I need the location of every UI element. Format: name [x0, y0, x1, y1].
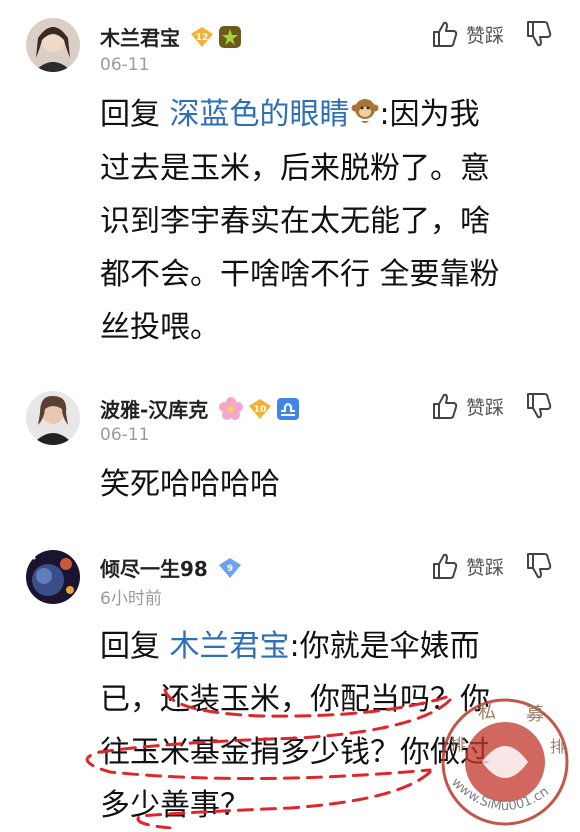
username[interactable]: 波雅-汉库克 10	[100, 394, 300, 423]
like-dislike-label[interactable]: 赞踩	[466, 393, 504, 420]
comment-body: 回复 深蓝色的眼睛 :因为我 过去是玉米，后来脱粉了。意 识到李宇春实在太无能了，…	[100, 88, 550, 354]
level-badge: 12	[190, 26, 214, 48]
comment-line: 都不会。干啥啥不行 全要靠粉	[100, 257, 500, 292]
like-dislike-label[interactable]: 赞踩	[466, 21, 504, 48]
comment-line: 回复 木兰君宝:你就是伞婊而	[100, 620, 550, 673]
like-dislike-label[interactable]: 赞踩	[466, 553, 504, 580]
libra-zodiac-icon	[276, 397, 300, 421]
username[interactable]: 倾尽一生98 9	[100, 553, 242, 582]
comment-text: :你就是伞婊而	[289, 629, 480, 664]
comment-line: 丝投喂。	[100, 310, 220, 345]
comment-actions: 赞踩	[432, 392, 552, 420]
thumbs-down-icon[interactable]	[526, 392, 552, 420]
username-text[interactable]: 倾尽一生98	[100, 553, 208, 582]
flower-emoji-icon	[218, 396, 244, 422]
comment-line: 笑死哈哈哈哈	[100, 467, 280, 502]
svg-text:10: 10	[254, 405, 267, 415]
vip-badge-icon	[218, 25, 242, 49]
thumbs-up-icon[interactable]	[432, 20, 458, 48]
mention-link[interactable]: 深蓝色的眼睛	[170, 97, 350, 132]
avatar[interactable]	[26, 550, 80, 604]
comment-line: 识到李宇春实在太无能了，啥	[100, 204, 490, 239]
level-badge: 10	[248, 398, 272, 420]
monkey-emoji-icon	[350, 89, 380, 142]
thumbs-down-icon[interactable]	[526, 552, 552, 580]
comment-body: 笑死哈哈哈哈	[100, 458, 550, 511]
comment-line: 回复 深蓝色的眼睛 :因为我	[100, 88, 550, 142]
comment-date: 06-11	[100, 425, 150, 445]
comment-date: 6小时前	[100, 589, 162, 609]
comment-actions: 赞踩	[432, 552, 552, 580]
avatar[interactable]	[26, 18, 80, 72]
reply-prefix: 回复	[100, 97, 160, 132]
comment-date: 06-11	[100, 55, 150, 75]
avatar[interactable]	[26, 391, 80, 445]
comment-body: 回复 木兰君宝:你就是伞婊而 已，还装玉米，你配当吗？你 往玉米基金捐多少钱？你…	[100, 620, 550, 832]
comment-text: :因为我	[379, 97, 480, 132]
svg-text:排: 排	[550, 737, 566, 756]
username[interactable]: 木兰君宝 12	[100, 22, 242, 51]
reply-prefix: 回复	[100, 629, 160, 664]
comment-actions: 赞踩	[432, 20, 552, 48]
comment-line: 过去是玉米，后来脱粉了。意	[100, 151, 490, 186]
level-badge: 9	[218, 557, 242, 579]
username-text[interactable]: 木兰君宝	[100, 22, 180, 51]
thumbs-up-icon[interactable]	[432, 552, 458, 580]
svg-text:9: 9	[227, 564, 233, 574]
comment-line: 往玉米基金捐多少钱？你做过	[100, 735, 490, 770]
comment-line: 已，还装玉米，你配当吗？你	[100, 682, 490, 717]
comment-line: 多少善事？	[100, 788, 250, 823]
thumbs-down-icon[interactable]	[526, 20, 552, 48]
mention-link[interactable]: 木兰君宝	[170, 629, 290, 664]
thumbs-up-icon[interactable]	[432, 392, 458, 420]
svg-text:12: 12	[196, 33, 209, 43]
username-text[interactable]: 波雅-汉库克	[100, 394, 208, 423]
